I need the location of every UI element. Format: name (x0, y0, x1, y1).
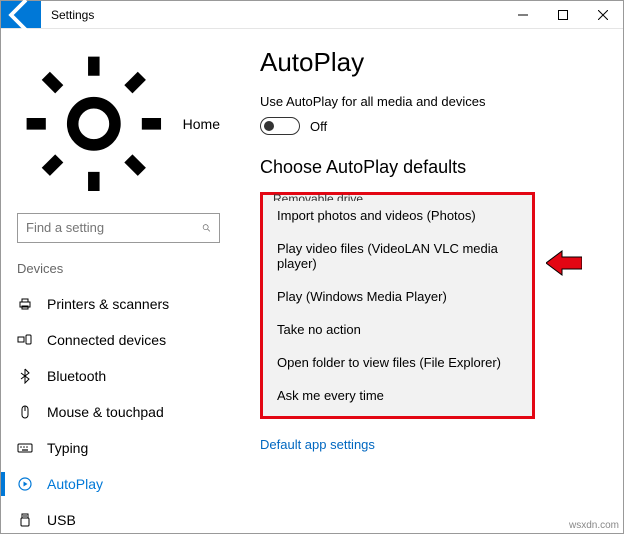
annotation-arrow-icon (546, 249, 582, 277)
dropdown-label: Removable drive (273, 193, 363, 201)
footer-watermark: wsxdn.com (569, 520, 619, 531)
sidebar-item-label: Printers & scanners (47, 296, 169, 312)
mouse-icon (17, 404, 33, 420)
maximize-icon (558, 10, 568, 20)
removable-drive-dropdown[interactable]: Removable drive Import photos and videos… (260, 192, 535, 419)
settings-window: Settings Home (0, 0, 624, 534)
titlebar: Settings (1, 1, 623, 29)
default-app-settings-link[interactable]: Default app settings (260, 437, 599, 452)
window-title: Settings (41, 1, 104, 28)
sidebar-item-label: Bluetooth (47, 368, 106, 384)
sidebar-item-label: AutoPlay (47, 476, 103, 492)
gear-icon (17, 47, 171, 201)
sidebar-item-autoplay[interactable]: AutoPlay (1, 466, 236, 502)
connected-icon (17, 332, 33, 348)
home-label: Home (183, 116, 220, 132)
search-wrap (1, 213, 236, 257)
search-box[interactable] (17, 213, 220, 243)
sidebar-item-usb[interactable]: USB (1, 502, 236, 533)
home-button[interactable]: Home (1, 41, 236, 213)
autoplay-icon (17, 476, 33, 492)
toggle-row: Off (260, 117, 599, 135)
page-title: AutoPlay (260, 47, 599, 78)
minimize-button[interactable] (503, 1, 543, 28)
window-controls (503, 1, 623, 28)
bluetooth-icon (17, 368, 33, 384)
keyboard-icon (17, 440, 33, 456)
sidebar: Home Devices Printers & scanners Connect… (1, 29, 236, 533)
dropdown-option[interactable]: Play (Windows Media Player) (263, 280, 532, 313)
search-icon (202, 221, 211, 235)
dropdown-option[interactable]: Take no action (263, 313, 532, 346)
back-button[interactable] (1, 1, 41, 28)
dropdown-option[interactable]: Import photos and videos (Photos) (263, 199, 532, 232)
autoplay-toggle[interactable] (260, 117, 300, 135)
sidebar-item-typing[interactable]: Typing (1, 430, 236, 466)
maximize-button[interactable] (543, 1, 583, 28)
close-button[interactable] (583, 1, 623, 28)
nav-list: Printers & scanners Connected devices Bl… (1, 286, 236, 533)
titlebar-spacer (104, 1, 503, 28)
section-title: Choose AutoPlay defaults (260, 157, 599, 178)
sidebar-item-connected[interactable]: Connected devices (1, 322, 236, 358)
toggle-state: Off (310, 119, 327, 134)
sidebar-item-label: Typing (47, 440, 88, 456)
dropdown-option[interactable]: Ask me every time (263, 379, 532, 412)
sidebar-item-label: Mouse & touchpad (47, 404, 164, 420)
usb-icon (17, 512, 33, 528)
section-label: Devices (1, 257, 236, 286)
search-input[interactable] (26, 220, 202, 235)
sidebar-item-label: USB (47, 512, 76, 528)
sidebar-item-printers[interactable]: Printers & scanners (1, 286, 236, 322)
printer-icon (17, 296, 33, 312)
main-content: AutoPlay Use AutoPlay for all media and … (236, 29, 623, 533)
body: Home Devices Printers & scanners Connect… (1, 29, 623, 533)
sidebar-item-mouse[interactable]: Mouse & touchpad (1, 394, 236, 430)
minimize-icon (518, 10, 528, 20)
toggle-description: Use AutoPlay for all media and devices (260, 94, 599, 109)
dropdown-option[interactable]: Play video files (VideoLAN VLC media pla… (263, 232, 532, 280)
close-icon (598, 10, 608, 20)
sidebar-item-bluetooth[interactable]: Bluetooth (1, 358, 236, 394)
dropdown-option[interactable]: Open folder to view files (File Explorer… (263, 346, 532, 379)
sidebar-item-label: Connected devices (47, 332, 166, 348)
